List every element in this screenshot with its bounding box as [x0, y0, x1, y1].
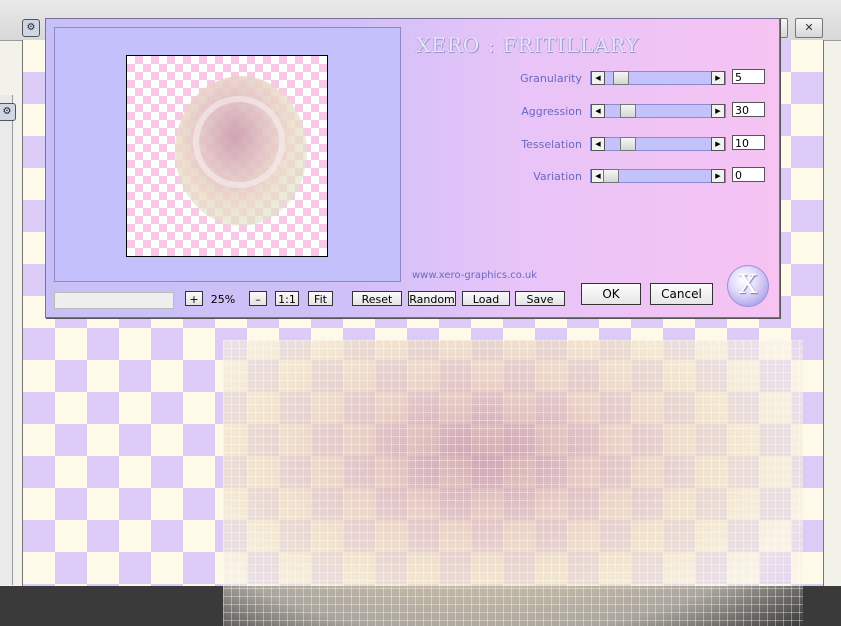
random-button[interactable]: Random: [408, 291, 456, 306]
variation-slider[interactable]: ◀ ▶: [590, 169, 726, 183]
aggression-slider[interactable]: ◀ ▶: [590, 104, 726, 118]
reset-button[interactable]: Reset: [352, 291, 402, 306]
document-icon[interactable]: ⚙: [22, 19, 40, 37]
zoom-level: 25%: [210, 293, 236, 306]
progress-bar: [54, 292, 174, 309]
canvas-artwork: [223, 340, 803, 626]
tesselation-left-arrow-icon[interactable]: ◀: [591, 137, 605, 151]
xero-logo-icon: X: [727, 265, 769, 307]
zoom-out-button[interactable]: –: [249, 291, 267, 306]
variation-input[interactable]: 0: [732, 167, 765, 182]
zoom-fit-button[interactable]: Fit: [308, 291, 333, 306]
tesselation-input[interactable]: 10: [732, 135, 765, 150]
aggression-slider-thumb[interactable]: [620, 104, 636, 118]
zoom-actual-size-button[interactable]: 1:1: [275, 291, 299, 306]
granularity-left-arrow-icon[interactable]: ◀: [591, 71, 605, 85]
granularity-input[interactable]: 5: [732, 69, 765, 84]
aggression-left-arrow-icon[interactable]: ◀: [591, 104, 605, 118]
preview-artwork: [175, 76, 307, 226]
aggression-input[interactable]: 30: [732, 102, 765, 117]
param-label-variation: Variation: [533, 170, 582, 183]
website-link[interactable]: www.xero-graphics.co.uk: [412, 270, 537, 281]
save-button[interactable]: Save: [515, 291, 565, 306]
param-label-tesselation: Tesselation: [521, 138, 582, 151]
dialog-title: XERO : FRITILLARY: [416, 33, 640, 57]
ok-button[interactable]: OK: [581, 283, 641, 305]
preview-image[interactable]: [126, 55, 328, 257]
tesselation-slider-thumb[interactable]: [620, 137, 636, 151]
host-side-panel: ⚙: [0, 95, 16, 585]
close-button[interactable]: ✕: [795, 18, 823, 38]
granularity-slider[interactable]: ◀ ▶: [590, 71, 726, 85]
param-label-aggression: Aggression: [521, 105, 582, 118]
granularity-slider-thumb[interactable]: [613, 71, 629, 85]
cancel-button[interactable]: Cancel: [650, 283, 713, 305]
preview-panel: [54, 27, 401, 282]
param-label-granularity: Granularity: [520, 72, 582, 85]
tesselation-slider[interactable]: ◀ ▶: [590, 137, 726, 151]
side-panel-icon[interactable]: ⚙: [0, 103, 16, 121]
load-button[interactable]: Load: [462, 291, 510, 306]
granularity-right-arrow-icon[interactable]: ▶: [711, 71, 725, 85]
fritillary-dialog: XERO : FRITILLARY Granularity ◀ ▶ 5 Aggr…: [45, 18, 780, 318]
zoom-in-button[interactable]: +: [185, 291, 203, 306]
variation-slider-thumb[interactable]: [603, 169, 619, 183]
aggression-right-arrow-icon[interactable]: ▶: [711, 104, 725, 118]
variation-right-arrow-icon[interactable]: ▶: [711, 169, 725, 183]
tesselation-right-arrow-icon[interactable]: ▶: [711, 137, 725, 151]
